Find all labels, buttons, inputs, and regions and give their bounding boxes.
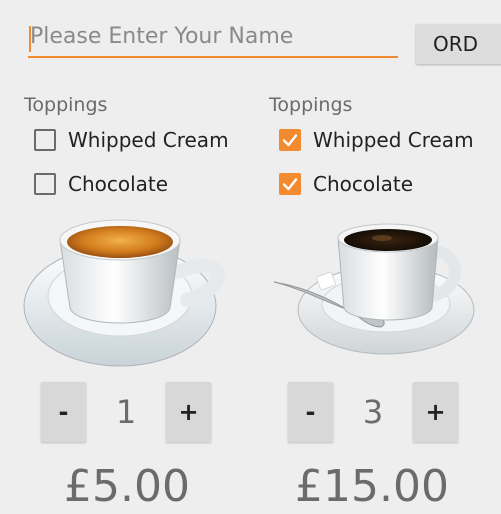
checkbox-checked-icon[interactable] [279, 173, 301, 195]
price-right: £15.00 [295, 461, 449, 512]
text-cursor [29, 26, 31, 52]
increment-button[interactable]: + [413, 382, 458, 442]
price-left: £5.00 [64, 461, 190, 512]
topping-chocolate-left[interactable]: Chocolate [24, 162, 254, 206]
quantity-stepper-right: - 3 + [288, 382, 464, 442]
topping-whipped-cream-right[interactable]: Whipped Cream [269, 118, 499, 162]
quantity-stepper-left: - 1 + [41, 382, 217, 442]
order-column-left: Toppings Whipped Cream Chocolate [24, 92, 254, 206]
checkbox-checked-icon[interactable] [279, 129, 301, 151]
toppings-label: Toppings [269, 94, 353, 116]
name-input[interactable] [28, 22, 398, 58]
order-button[interactable]: ORD [416, 24, 501, 64]
topping-label: Chocolate [313, 172, 414, 196]
quantity-value: 1 [115, 393, 137, 431]
espresso-cup-icon [22, 212, 252, 372]
checkbox-icon[interactable] [34, 129, 56, 151]
increment-button[interactable]: + [166, 382, 211, 442]
checkbox-icon[interactable] [34, 173, 56, 195]
topping-label: Whipped Cream [313, 128, 474, 152]
order-column-right: Toppings Whipped Cream Chocolate [269, 92, 499, 206]
topping-whipped-cream-left[interactable]: Whipped Cream [24, 118, 254, 162]
black-coffee-cup-icon [270, 212, 500, 372]
topping-label: Whipped Cream [68, 128, 229, 152]
toppings-label: Toppings [24, 94, 108, 116]
quantity-value: 3 [362, 393, 384, 431]
topping-label: Chocolate [68, 172, 169, 196]
decrement-button[interactable]: - [41, 382, 86, 442]
decrement-button[interactable]: - [288, 382, 333, 442]
topping-chocolate-right[interactable]: Chocolate [269, 162, 499, 206]
